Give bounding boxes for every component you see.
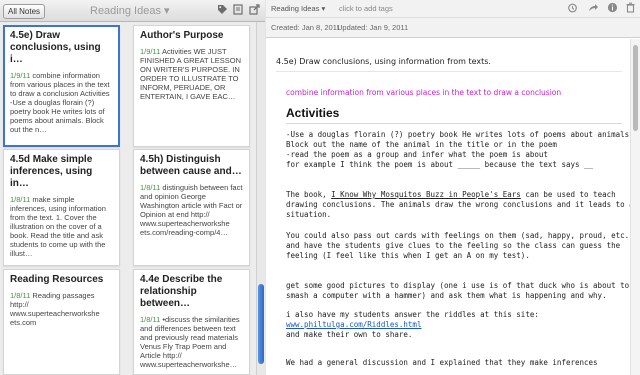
note-card-title: 4.5h) Distinguish between cause and…	[140, 154, 242, 177]
note-card-title: Reading Resources	[10, 274, 104, 285]
note-subtitle: combine information from various places …	[286, 88, 562, 97]
discussion-paragraph: We had a general discussion and I explai…	[286, 358, 598, 367]
note-content[interactable]: 4.5e) Draw conclusions, using informatio…	[266, 39, 630, 375]
export-icon[interactable]	[248, 4, 260, 16]
delete-icon[interactable]	[624, 2, 636, 14]
riddles-link[interactable]: www.philtulga.com/Riddles.html	[286, 320, 626, 330]
note-card-date: 1/9/11	[140, 47, 161, 56]
created-date: Created: Jan 8, 2011	[271, 23, 341, 32]
note-card-snippet: 1/8/11 make simple inferences, using inf…	[10, 195, 113, 258]
title-divider	[276, 71, 622, 72]
note-card-text: Activities WE JUST FINISHED A GREAT LESS…	[140, 47, 242, 101]
info-icon[interactable]	[606, 2, 618, 14]
note-card[interactable]: 4.5h) Distinguish between cause and… 1/8…	[133, 149, 250, 266]
note-card-snippet: 1/8/11 •discuss the similarities and dif…	[140, 315, 243, 369]
note-toolbar: Reading Ideas ▾ click to add tags	[266, 0, 640, 18]
note-list-scrollbar[interactable]	[256, 22, 265, 375]
note-card-date: 1/8/11	[10, 291, 31, 300]
note-scroll-thumb[interactable]	[633, 45, 638, 131]
updated-date: Updated: Jan 9, 2011	[337, 23, 409, 32]
note-card[interactable]: 4.4e Describe the relationship between… …	[133, 269, 250, 375]
all-notes-button[interactable]: All Notes	[3, 4, 46, 19]
note-card-text: distinguish between fact and opinion Geo…	[140, 183, 243, 237]
note-editor-pane: Reading Ideas ▾ click to add tags Create…	[266, 0, 640, 375]
note-card[interactable]: Reading Resources 1/8/11 Reading passage…	[3, 269, 120, 375]
book-title: I Know Why Mosquitos Buzz in People's Ea…	[331, 190, 521, 199]
evernote-window: All Notes Reading Ideas ▾ 4.5e) Draw con…	[0, 0, 640, 375]
note-list-pane: All Notes Reading Ideas ▾ 4.5e) Draw con…	[0, 0, 265, 375]
note-card-date: 1/9/11	[10, 71, 31, 80]
note-title-field[interactable]: 4.5e) Draw conclusions, using informatio…	[276, 57, 491, 66]
note-list-toolbar: All Notes Reading Ideas ▾	[0, 0, 265, 22]
heading-divider	[286, 123, 622, 124]
book-paragraph-intro: The book,	[286, 190, 332, 199]
note-notebook-selector[interactable]: Reading Ideas ▾	[271, 3, 325, 14]
notebook-selector[interactable]: Reading Ideas ▾	[90, 3, 170, 19]
note-card-grid: 4.5e) Draw conclusions, using i… 1/9/11 …	[0, 22, 255, 375]
note-card-text: combine information from various places …	[10, 71, 110, 134]
note-card-date: 1/8/11	[140, 315, 161, 324]
note-card-snippet: 1/9/11 combine information from various …	[10, 71, 113, 134]
note-card[interactable]: 4.5e) Draw conclusions, using i… 1/9/11 …	[3, 25, 120, 147]
note-card-snippet: 1/8/11 Reading passages http:// www.supe…	[10, 291, 113, 327]
new-note-icon[interactable]	[232, 4, 244, 16]
note-list-scroll-thumb[interactable]	[258, 284, 264, 364]
riddles-intro: i also have my students answer the riddl…	[286, 310, 539, 319]
note-card-text: make simple inferences, using informatio…	[10, 195, 106, 258]
add-tags-field[interactable]: click to add tags	[339, 3, 393, 14]
note-card[interactable]: Author's Purpose 1/9/11 Activities WE JU…	[133, 25, 250, 147]
note-card-title: 4.5d Make simple inferences, using in…	[10, 154, 93, 189]
share-icon[interactable]	[587, 2, 599, 14]
note-card[interactable]: 4.5d Make simple inferences, using in… 1…	[3, 149, 120, 266]
tag-icon[interactable]	[216, 4, 228, 16]
activity-paragraph: -Use a douglas florain (?) poetry book H…	[286, 130, 630, 169]
riddles-outro: and make their own to share.	[286, 330, 413, 339]
note-card-title: 4.5e) Draw conclusions, using i…	[10, 30, 101, 65]
book-paragraph: The book, I Know Why Mosquitos Buzz in P…	[286, 190, 630, 220]
reminder-icon[interactable]	[566, 2, 578, 14]
note-card-title: 4.4e Describe the relationship between…	[140, 274, 223, 309]
pictures-paragraph: get some good pictures to display (one i…	[286, 281, 630, 300]
note-card-date: 1/8/11	[10, 195, 31, 204]
note-card-snippet: 1/8/11 distinguish between fact and opin…	[140, 183, 243, 237]
feelings-paragraph: You could also pass out cards with feeli…	[286, 231, 630, 260]
note-card-date: 1/8/11	[140, 183, 161, 192]
note-card-text: •discuss the similarities and difference…	[140, 315, 240, 369]
note-meta-bar: Created: Jan 8, 2011 Updated: Jan 9, 201…	[266, 18, 640, 38]
riddles-link-text[interactable]: www.philtulga.com/Riddles.html	[286, 320, 421, 329]
note-scrollbar[interactable]	[630, 39, 640, 375]
activities-heading: Activities	[286, 106, 340, 120]
note-card-snippet: 1/9/11 Activities WE JUST FINISHED A GRE…	[140, 47, 243, 101]
note-card-title: Author's Purpose	[140, 30, 224, 41]
